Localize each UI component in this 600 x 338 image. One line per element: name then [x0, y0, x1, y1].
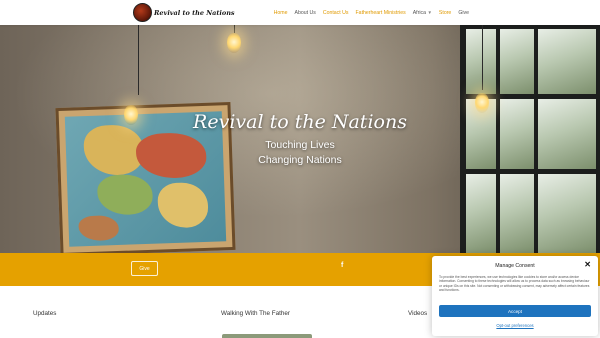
nav-africa[interactable]: Africa ▼: [413, 10, 432, 16]
logo-text: Revival to the Nations: [154, 8, 235, 17]
main-nav: Home About Us Contact Us Fatherheart Min…: [274, 0, 469, 25]
nav-store[interactable]: Store: [439, 10, 451, 16]
hero-tagline-2: Changing Nations: [258, 154, 342, 166]
nav-about-us[interactable]: About Us: [295, 10, 316, 16]
nav-africa-label: Africa: [412, 9, 426, 16]
hero-title: Revival to the Nations: [193, 111, 407, 133]
nav-give[interactable]: Give: [458, 10, 469, 16]
page: Revival to the Nations Home About Us Con…: [0, 0, 600, 338]
close-icon[interactable]: ✕: [584, 260, 591, 269]
nav-home[interactable]: Home: [274, 10, 288, 16]
column-title-updates: Updates: [33, 310, 57, 317]
hanging-bulb: [475, 93, 489, 113]
opt-out-link[interactable]: Opt-out preferences: [432, 323, 598, 328]
column-title-walking: Walking With The Father: [221, 310, 290, 317]
consent-body: To provide the best experiences, we use …: [439, 275, 590, 292]
nav-contact-us[interactable]: Contact Us: [323, 10, 349, 16]
site-header: Revival to the Nations Home About Us Con…: [0, 0, 600, 25]
post-thumbnail[interactable]: [222, 334, 312, 338]
hanging-bulb: [227, 33, 241, 53]
consent-dialog: Manage Consent ✕ To provide the best exp…: [432, 256, 598, 336]
hero-section: Revival to the Nations Touching Lives Ch…: [0, 25, 600, 253]
accept-button[interactable]: Accept: [439, 305, 591, 317]
hero-tagline-1: Touching Lives: [265, 139, 335, 151]
site-logo[interactable]: Revival to the Nations: [133, 3, 235, 22]
logo-badge-icon: [133, 3, 152, 22]
give-button[interactable]: Give: [131, 261, 158, 276]
nav-fatherheart-ministries[interactable]: Fatherheart Ministries: [356, 10, 406, 16]
column-title-videos: Videos: [408, 310, 428, 317]
facebook-icon[interactable]: f: [341, 262, 343, 269]
consent-title: Manage Consent: [495, 263, 535, 269]
chevron-down-icon: ▼: [427, 10, 432, 15]
